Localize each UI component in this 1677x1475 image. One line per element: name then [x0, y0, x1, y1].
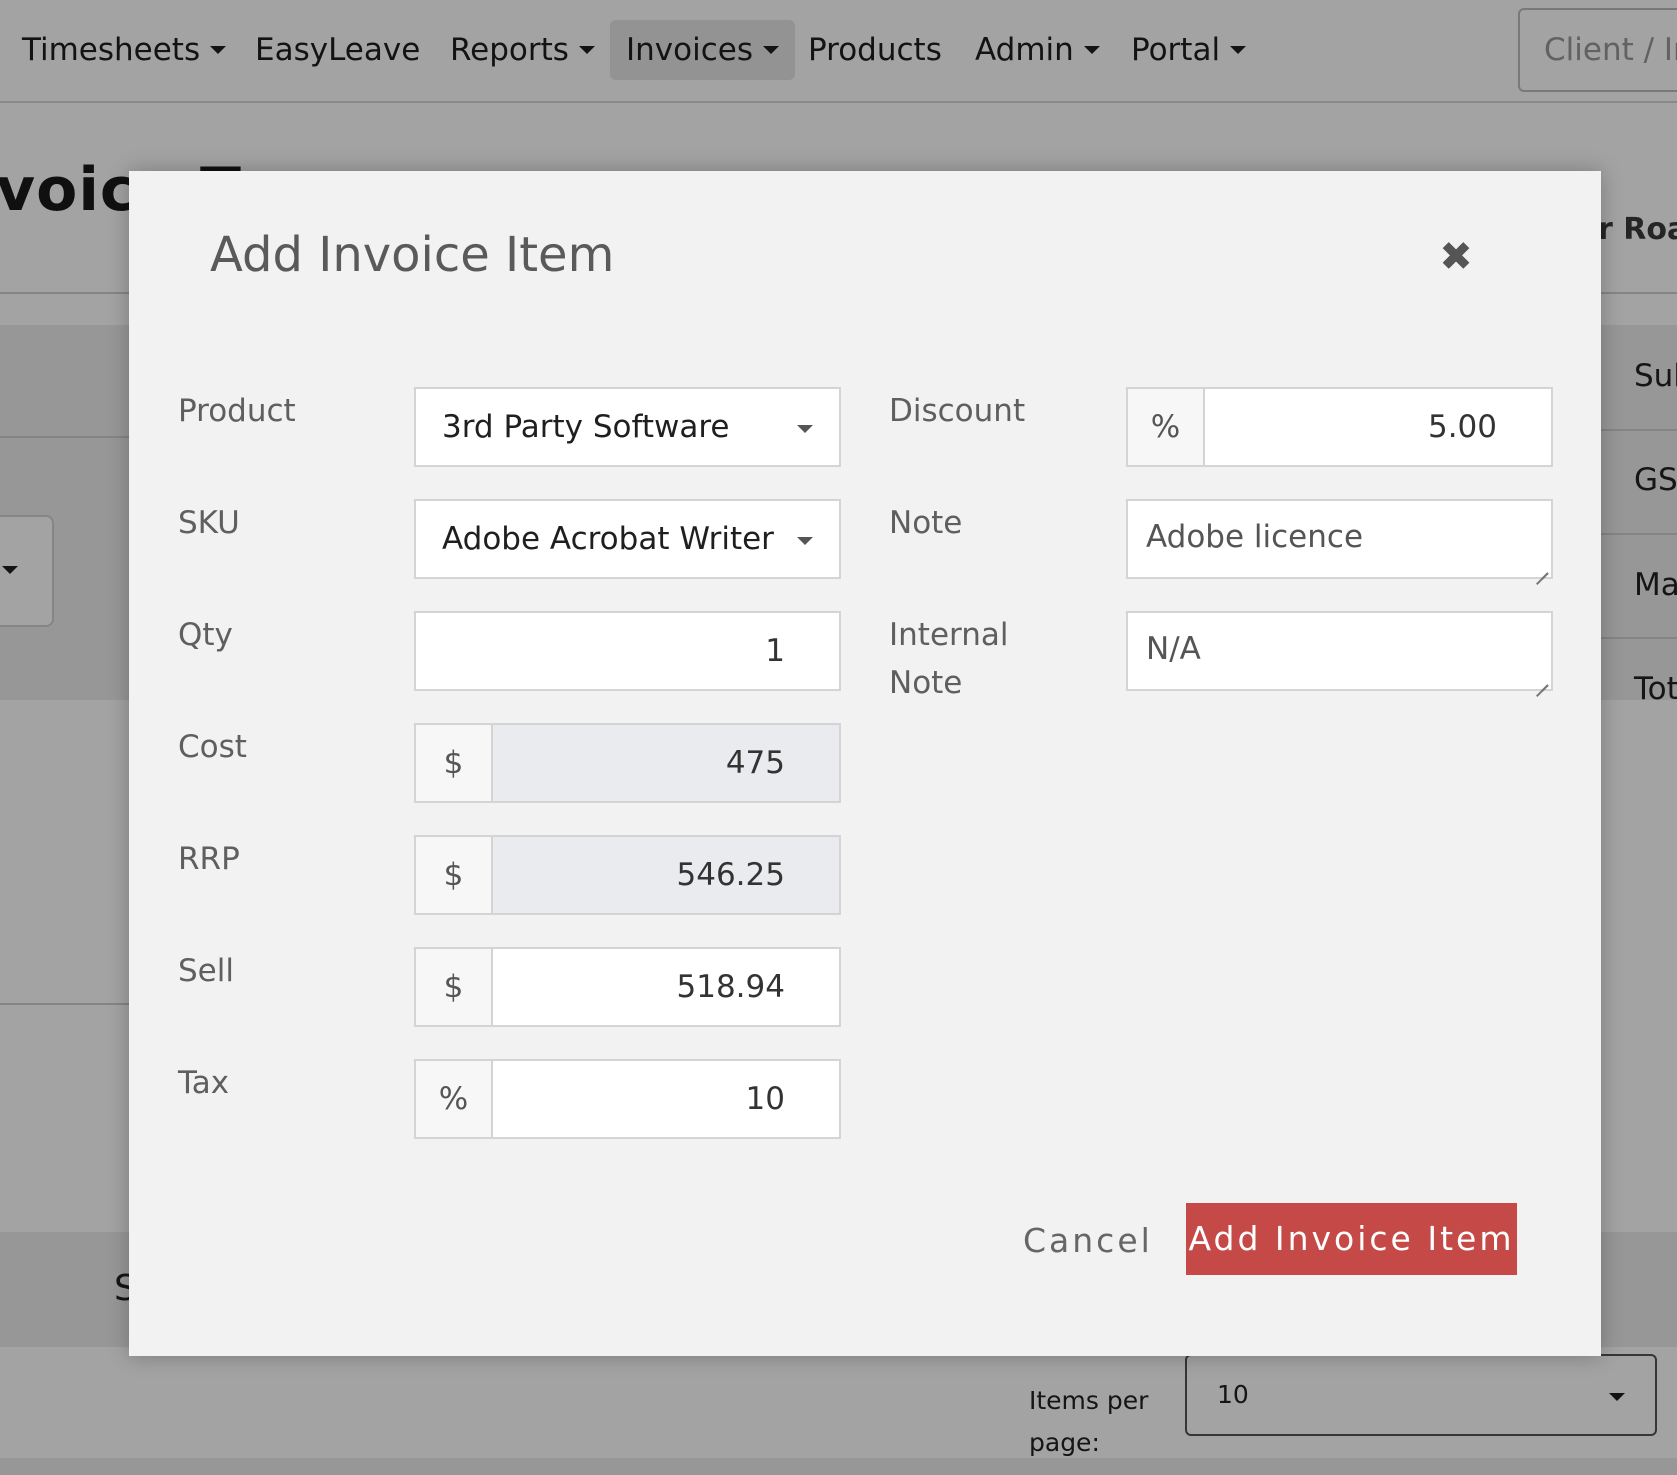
tax-label: Tax	[178, 1065, 230, 1101]
discount-input[interactable]: 5.00	[1205, 389, 1551, 465]
cost-input: 475	[493, 725, 839, 801]
rrp-input-group: $ 546.25	[414, 835, 841, 915]
internal-note-label: Internal Note	[889, 611, 1008, 707]
currency-addon: $	[416, 949, 493, 1025]
discount-input-group: % 5.00	[1126, 387, 1553, 467]
currency-addon: $	[416, 725, 493, 801]
chevron-down-icon	[797, 537, 813, 545]
resize-handle-icon[interactable]	[1534, 672, 1548, 686]
cost-label: Cost	[178, 729, 247, 765]
rrp-label: RRP	[178, 841, 240, 877]
qty-input[interactable]: 1	[414, 611, 841, 691]
internal-note-textarea[interactable]: N/A	[1126, 611, 1553, 691]
note-textarea[interactable]: Adobe licence	[1126, 499, 1553, 579]
rrp-input: 546.25	[493, 837, 839, 913]
internal-note-label-line2: Note	[889, 665, 963, 701]
note-value: Adobe licence	[1146, 519, 1364, 555]
internal-note-label-line1: Internal	[889, 617, 1009, 653]
discount-label: Discount	[889, 393, 1026, 429]
sell-input[interactable]: 518.94	[493, 949, 839, 1025]
tax-input[interactable]: 10	[493, 1061, 839, 1137]
sku-label: SKU	[178, 505, 240, 541]
close-icon[interactable]: ✖	[1434, 235, 1478, 279]
sku-select-value: Adobe Acrobat Writer	[442, 521, 774, 557]
product-label: Product	[178, 393, 296, 429]
internal-note-value: N/A	[1146, 631, 1201, 667]
qty-label: Qty	[178, 617, 233, 653]
product-select-value: 3rd Party Software	[442, 409, 730, 445]
cancel-button[interactable]: Cancel	[1023, 1205, 1153, 1277]
currency-addon: $	[416, 837, 493, 913]
product-select[interactable]: 3rd Party Software	[414, 387, 841, 467]
modal-title: Add Invoice Item	[210, 227, 615, 283]
add-invoice-item-modal: Add Invoice Item ✖ Product 3rd Party Sof…	[129, 171, 1601, 1356]
cost-input-group: $ 475	[414, 723, 841, 803]
percent-addon: %	[416, 1061, 493, 1137]
percent-addon: %	[1128, 389, 1205, 465]
sku-select[interactable]: Adobe Acrobat Writer	[414, 499, 841, 579]
resize-handle-icon[interactable]	[1534, 560, 1548, 574]
chevron-down-icon	[797, 425, 813, 433]
sell-input-group: $ 518.94	[414, 947, 841, 1027]
add-invoice-item-button[interactable]: Add Invoice Item	[1186, 1203, 1517, 1275]
note-label: Note	[889, 505, 963, 541]
tax-input-group: % 10	[414, 1059, 841, 1139]
sell-label: Sell	[178, 953, 234, 989]
